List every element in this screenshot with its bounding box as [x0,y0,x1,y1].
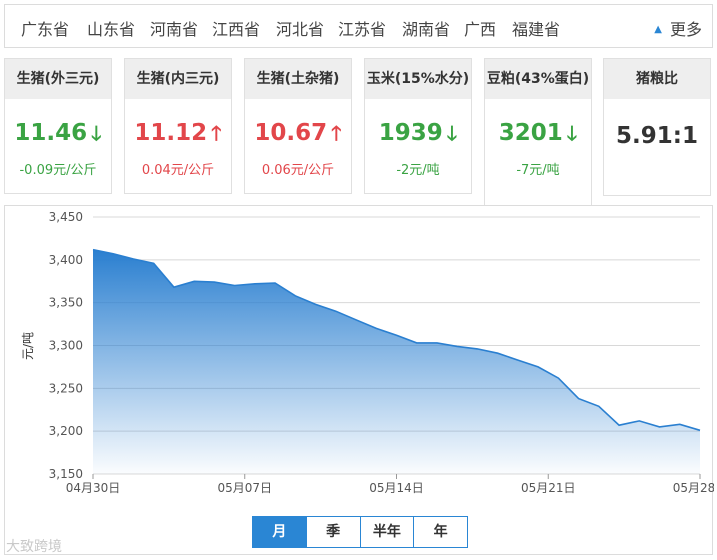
data-point [92,248,95,251]
data-point [678,423,681,426]
data-point [395,334,398,337]
data-point [476,347,479,350]
x-tick-label: 04月30日 [66,481,121,495]
data-point [496,352,499,355]
data-point [274,281,277,284]
card-price: 3201 🡓 [485,119,591,153]
price-value: 11.12 [134,120,208,146]
province-tab-jiangsu[interactable]: 江苏省 [338,16,386,40]
arrow-up-icon: 🡑 [331,121,342,145]
price-value: 3201 [498,120,563,146]
province-tab-hunan[interactable]: 湖南省 [402,16,450,40]
data-point [253,282,256,285]
arrow-down-icon: 🡓 [446,121,458,145]
card-title: 玉米(15%水分) [365,59,471,99]
province-tab-jiangxi[interactable]: 江西省 [212,16,260,40]
more-label: 更多 [669,20,702,39]
card-title: 生猪(土杂猪) [245,59,351,99]
price-card-pig-local[interactable]: 生猪(土杂猪) 10.67 🡑 0.06元/公斤 [244,58,352,194]
data-point [516,359,519,362]
data-point [193,280,196,283]
price-value: 1939 [378,120,443,146]
caret-up-icon: ▲ [654,24,662,35]
price-card-pig-internal[interactable]: 生猪(内三元) 11.12 🡑 0.04元/公斤 [124,58,232,194]
x-tick-label: 05月21日 [521,481,576,495]
data-point [172,286,175,289]
y-tick-label: 3,200 [49,424,83,438]
province-tab-hebei[interactable]: 河北省 [276,16,324,40]
data-point [618,424,621,427]
card-title: 猪粮比 [604,59,710,99]
period-tab-month[interactable]: 月 [253,517,307,547]
price-card-pig-external[interactable]: 生猪(外三元) 11.46 🡓 -0.09元/公斤 [4,58,112,194]
period-tab-quarter[interactable]: 季 [307,517,361,547]
y-tick-label: 3,450 [49,210,83,224]
data-point [537,365,540,368]
card-price: 1939 🡓 [365,119,471,153]
province-tab-henan[interactable]: 河南省 [150,16,198,40]
y-tick-label: 3,300 [49,339,83,353]
card-price: 10.67 🡑 [245,119,351,153]
arrow-down-icon: 🡓 [566,121,578,145]
card-title: 生猪(外三元) [5,59,111,99]
province-bar: 广东省 山东省 河南省 江西省 河北省 江苏省 湖南省 广西 福建省 ▲ 更多 [4,4,713,48]
y-tick-label: 3,350 [49,296,83,310]
province-tab-fujian[interactable]: 福建省 [512,16,560,40]
data-point [294,294,297,297]
pig-grain-ratio-card[interactable]: 猪粮比 5.91:1 [603,58,711,196]
province-tab-shandong[interactable]: 山东省 [87,16,135,40]
data-point [415,341,418,344]
data-point [355,318,358,321]
period-tabs: 月 季 半年 年 [252,516,468,548]
data-point [699,429,702,432]
data-point [597,405,600,408]
price-card-soybean-meal[interactable]: 豆粕(43%蛋白) 3201 🡓 -7元/吨 [484,58,592,206]
y-axis-title: 元/吨 [21,332,35,360]
province-tab-guangxi[interactable]: 广西 [464,16,496,40]
data-point [314,303,317,306]
price-value: 10.67 [254,120,328,146]
card-title: 豆粕(43%蛋白) [485,59,591,99]
card-change: -7元/吨 [516,163,560,178]
card-change: 0.06元/公斤 [261,163,335,178]
card-price: 11.46 🡓 [5,119,111,153]
price-value: 11.46 [14,120,88,146]
watermark: 大致跨境 [6,539,62,555]
price-chart: 3,150 3,200 3,250 3,300 3,350 3,400 3,450 元/吨 04… [4,205,714,555]
data-point [638,419,641,422]
card-change: -2元/吨 [396,163,440,178]
price-card-corn[interactable]: 玉米(15%水分) 1939 🡓 -2元/吨 [364,58,472,194]
data-point [557,377,560,380]
period-tab-half-year[interactable]: 半年 [361,517,415,547]
arrow-up-icon: 🡑 [211,121,222,145]
card-title: 生猪(内三元) [125,59,231,99]
province-tab-guangdong[interactable]: 广东省 [21,16,69,40]
card-price: 11.12 🡑 [125,119,231,153]
data-point [456,345,459,348]
period-tab-year[interactable]: 年 [414,517,467,547]
more-button[interactable]: ▲ 更多 [654,16,702,40]
card-change: -0.09元/公斤 [19,163,97,178]
data-point [112,252,115,255]
data-point [334,310,337,313]
y-tick-label: 3,150 [49,467,83,481]
chart-svg: 3,150 3,200 3,250 3,300 3,350 3,400 3,450 元/吨 04… [21,210,714,495]
data-point [435,341,438,344]
data-point [233,284,236,287]
data-point [658,425,661,428]
x-tick-label: 05月28日 [673,481,714,495]
x-tick-label: 05月14日 [369,481,424,495]
area-fill [93,249,700,474]
data-point [577,397,580,400]
arrow-down-icon: 🡓 [91,121,102,145]
ratio-value: 5.91:1 [616,123,698,149]
data-point [132,257,135,260]
x-tick-label: 05月07日 [217,481,272,495]
y-tick-label: 3,400 [49,253,83,267]
data-point [213,281,216,284]
y-tick-label: 3,250 [49,381,83,395]
data-point [152,262,155,265]
card-change: 0.04元/公斤 [141,163,215,178]
data-point [375,327,378,330]
